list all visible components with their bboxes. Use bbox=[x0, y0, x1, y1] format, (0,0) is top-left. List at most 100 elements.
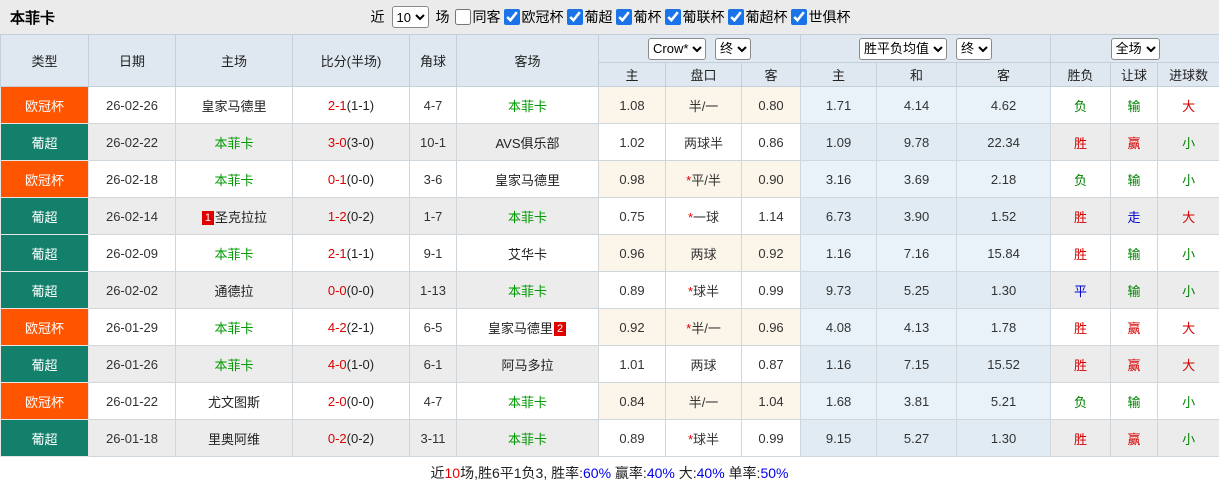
handicap-change-star: * bbox=[686, 172, 692, 188]
team-name: 圣克拉拉 bbox=[215, 209, 268, 225]
handicap-result: 赢 bbox=[1110, 345, 1159, 383]
euro-draw-odds: 4.13 bbox=[876, 308, 958, 346]
asian-handicap: *半/一 bbox=[665, 308, 742, 346]
euro-home-odds: 6.73 bbox=[800, 197, 878, 235]
asian-away-odds: 0.90 bbox=[740, 160, 802, 198]
col-header-corner: 角球 bbox=[409, 34, 457, 87]
league-checkbox-3[interactable] bbox=[664, 8, 681, 25]
footer-segment: 近 bbox=[430, 465, 445, 481]
euro-home-odds: 1.16 bbox=[800, 345, 878, 383]
league-checkbox-4[interactable] bbox=[727, 8, 744, 25]
score-cell: 4-0(1-0) bbox=[292, 345, 410, 383]
same-venue-checkbox[interactable] bbox=[454, 9, 471, 25]
corners-cell: 3-11 bbox=[409, 419, 457, 457]
league-badge: 欧冠杯 bbox=[0, 160, 89, 198]
match-row: 葡超 26-02-22 本菲卡 3-0(3-0) 10-1 AVS俱乐部 1.02 两球半 0.… bbox=[0, 123, 1219, 161]
team-name: 皇家马德里 bbox=[201, 98, 267, 114]
fulltime-score: 2-1 bbox=[327, 245, 347, 261]
euro-home-odds: 3.16 bbox=[800, 160, 878, 198]
euro-home-odds: 1.71 bbox=[800, 86, 878, 124]
footer-segment: 场,胜6平1负3, 胜率: bbox=[460, 465, 584, 481]
page-title: 本菲卡 bbox=[10, 9, 56, 27]
footer-segment: 40% bbox=[696, 465, 725, 481]
asian-home-odds: 1.01 bbox=[598, 345, 666, 383]
euro-away-odds: 1.78 bbox=[956, 308, 1052, 346]
games-label: 场 bbox=[435, 9, 450, 25]
asian-handicap: *球半 bbox=[665, 419, 742, 457]
home-team-cell: 本菲卡 bbox=[175, 123, 293, 161]
euro-away-odds: 1.30 bbox=[956, 419, 1052, 457]
footer-segment: 10 bbox=[444, 465, 461, 481]
corners-cell: 9-1 bbox=[409, 234, 457, 272]
home-team-cell: 本菲卡 bbox=[175, 160, 293, 198]
euro-time-select[interactable]: 终 bbox=[956, 37, 993, 60]
score-cell: 2-1(1-1) bbox=[292, 234, 410, 272]
team-name: 皇家马德里 bbox=[494, 172, 560, 188]
asian-home-odds: 0.84 bbox=[598, 382, 666, 420]
league-badge: 欧冠杯 bbox=[0, 382, 89, 420]
euro-odds-header: 胜平负均值 终 bbox=[800, 34, 1052, 63]
col-header-type: 类型 bbox=[0, 34, 89, 87]
goals-result: 大 bbox=[1157, 345, 1219, 383]
away-team-cell: 艾华卡 bbox=[456, 234, 599, 272]
fulltime-score: 3-0 bbox=[327, 134, 347, 150]
asian-home-odds: 0.98 bbox=[598, 160, 666, 198]
league-filter-2[interactable]: 葡杯 bbox=[614, 7, 662, 27]
league-filter-0[interactable]: 欧冠杯 bbox=[502, 7, 564, 27]
team-rank-badge: 1 bbox=[201, 210, 215, 225]
league-filter-3[interactable]: 葡联杯 bbox=[663, 7, 725, 27]
asian-away-odds: 1.14 bbox=[740, 197, 802, 235]
league-filter-5[interactable]: 世俱杯 bbox=[789, 7, 851, 27]
footer-segment: 大: bbox=[674, 465, 697, 481]
league-checkbox-5[interactable] bbox=[790, 8, 807, 25]
euro-odds-select[interactable]: 胜平负均值 bbox=[859, 37, 948, 60]
fulltime-score: 1-2 bbox=[327, 208, 347, 224]
handicap-change-star: * bbox=[687, 283, 694, 299]
asian-home-odds: 0.89 bbox=[598, 419, 666, 457]
winloss-result: 负 bbox=[1050, 382, 1112, 420]
sub-header-asian-home: 主 bbox=[598, 62, 666, 87]
handicap-result: 赢 bbox=[1110, 308, 1159, 346]
asian-handicap: *平/半 bbox=[665, 160, 742, 198]
footer-segment: 40% bbox=[646, 465, 675, 481]
league-filter-1[interactable]: 葡超 bbox=[565, 7, 613, 27]
asian-odds-header: Crow* 终 bbox=[597, 34, 802, 63]
euro-draw-odds: 3.90 bbox=[876, 197, 958, 235]
handicap-result: 赢 bbox=[1110, 419, 1159, 457]
asian-handicap: 半/一 bbox=[665, 86, 742, 124]
asian-handicap: 半/一 bbox=[665, 382, 742, 420]
league-filter-4[interactable]: 葡超杯 bbox=[726, 7, 788, 27]
col-header-score: 比分(半场) bbox=[292, 34, 410, 87]
footer-segment: 单率: bbox=[724, 465, 761, 481]
euro-draw-odds: 5.25 bbox=[876, 271, 958, 309]
fulltime-score: 4-2 bbox=[327, 319, 347, 335]
footer-segment: 60% bbox=[583, 465, 612, 481]
period-select[interactable]: 全场 bbox=[1110, 37, 1160, 60]
asian-time-select[interactable]: 终 bbox=[715, 37, 752, 60]
home-team-cell: 尤文图斯 bbox=[175, 382, 293, 420]
euro-home-odds: 1.68 bbox=[800, 382, 878, 420]
away-team-cell: 本菲卡 bbox=[456, 86, 599, 124]
winloss-result: 胜 bbox=[1050, 234, 1112, 272]
summary-footer: 近10场,胜6平1负3, 胜率:60% 赢率:40% 大:40% 单率:50% bbox=[0, 457, 1219, 490]
corners-cell: 1-7 bbox=[409, 197, 457, 235]
fulltime-score: 0-0 bbox=[327, 282, 347, 298]
recent-count-select[interactable]: 10 bbox=[391, 6, 429, 28]
bookmaker-select[interactable]: Crow* bbox=[648, 37, 707, 60]
same-venue-filter[interactable]: 同客 bbox=[453, 7, 501, 27]
home-team-cell: 本菲卡 bbox=[175, 234, 293, 272]
league-checkbox-1[interactable] bbox=[566, 8, 583, 25]
halftime-score: (2-1) bbox=[346, 319, 375, 335]
asian-home-odds: 0.92 bbox=[598, 308, 666, 346]
match-row: 葡超 26-01-18 里奥阿维 0-2(0-2) 3-11 本菲卡 0.89 *球半 0.99… bbox=[0, 419, 1219, 457]
league-checkbox-2[interactable] bbox=[615, 8, 632, 25]
league-badge: 葡超 bbox=[0, 123, 89, 161]
away-team-cell: AVS俱乐部 bbox=[456, 123, 599, 161]
handicap-result: 输 bbox=[1110, 160, 1159, 198]
league-checkbox-0[interactable] bbox=[503, 8, 520, 25]
corners-cell: 4-7 bbox=[409, 382, 457, 420]
league-label: 欧冠杯 bbox=[521, 8, 564, 25]
team-name: 本菲卡 bbox=[214, 320, 254, 336]
fulltime-score: 0-1 bbox=[327, 171, 347, 187]
handicap-result: 输 bbox=[1110, 234, 1159, 272]
